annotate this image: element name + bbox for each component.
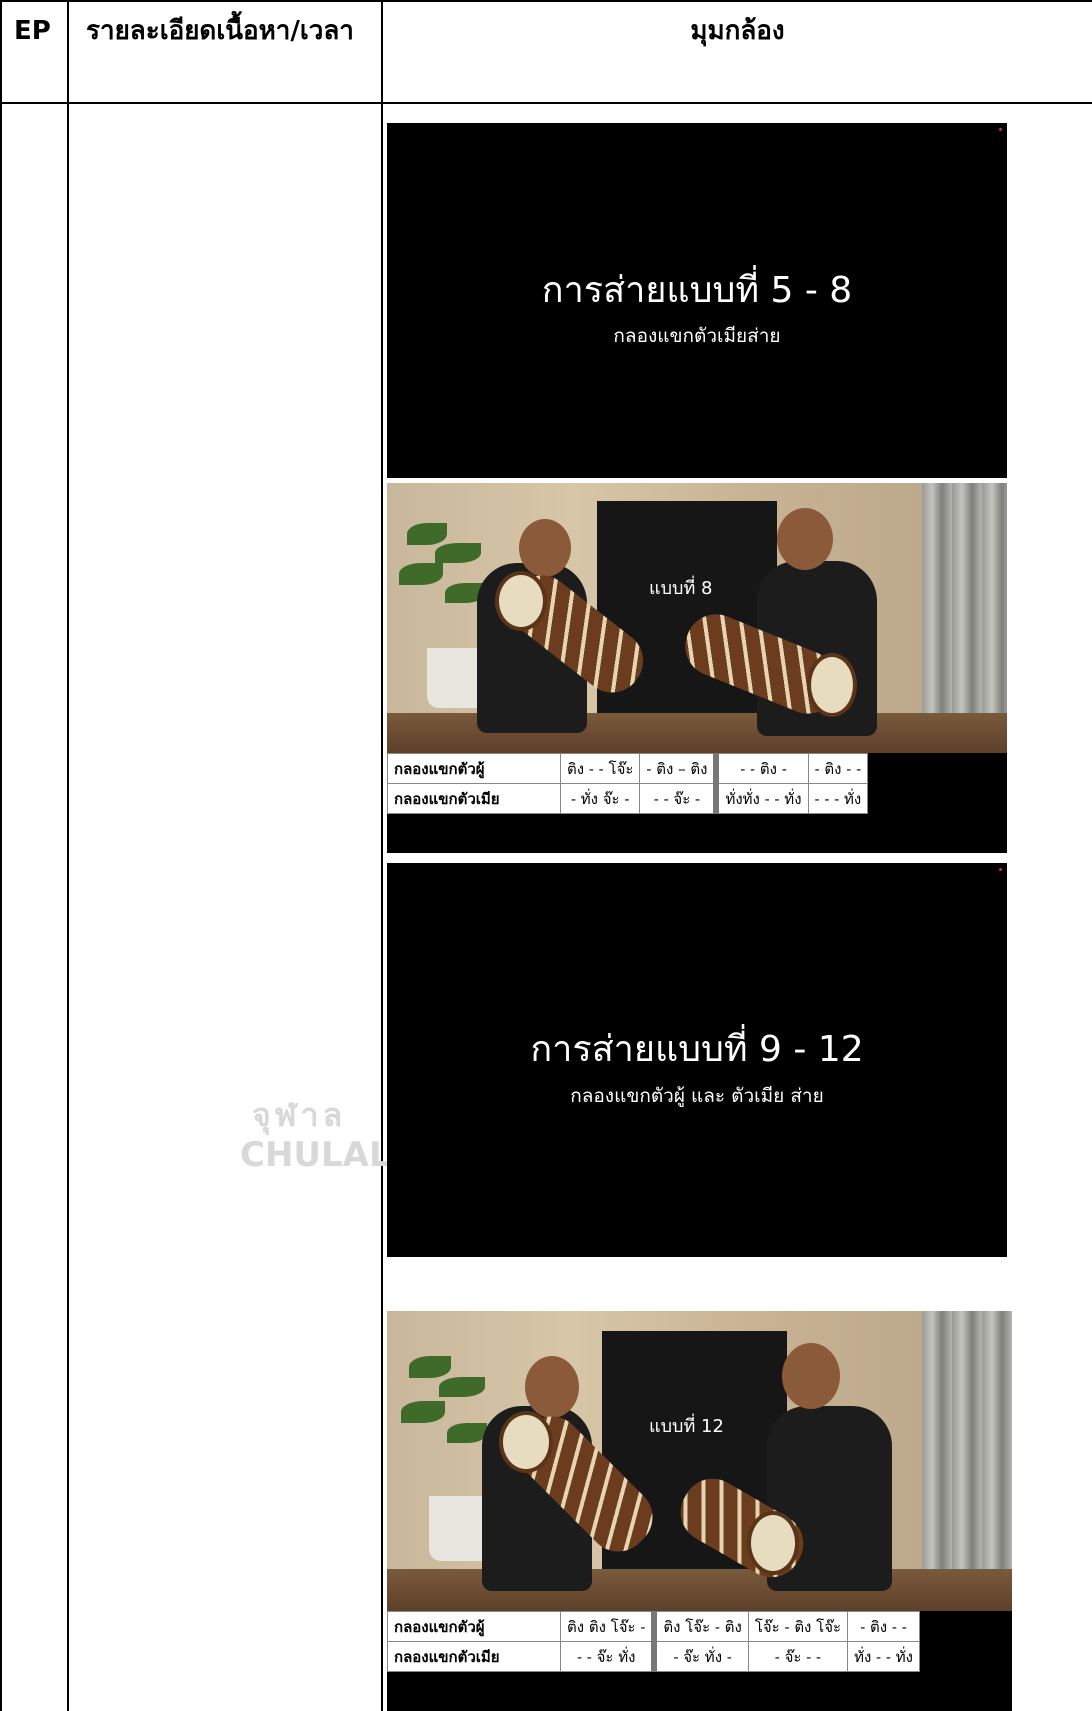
header-camera: มุมกล้อง <box>690 16 785 46</box>
title-frame-5-8: การส่ายแบบที่ 5 - 8 กลองแขกตัวเมียส่าย <box>387 123 1007 478</box>
drum-left-head <box>495 571 547 631</box>
plant-leaf <box>401 1401 445 1423</box>
record-dot <box>999 868 1002 871</box>
drum-right-head <box>807 653 857 717</box>
curtain <box>922 1311 1012 1591</box>
notation-cell: - - จ๊ะ - <box>639 783 717 814</box>
watermark-latin: CHULAL <box>240 1135 391 1175</box>
watermark-thai: จุฬาล <box>252 1096 347 1134</box>
drum-left-head <box>499 1411 553 1473</box>
notation-cell: ทั่ง - - ทั่ง <box>847 1641 920 1672</box>
column-divider-ep <box>67 0 69 1711</box>
title-card-subtitle: กลองแขกตัวเมียส่าย <box>613 325 781 347</box>
plant-leaf <box>439 1377 485 1397</box>
notation-cell: โจ๊ะ - ติง โจ๊ะ <box>747 1611 849 1642</box>
plant-leaf <box>399 563 443 585</box>
column-divider-details <box>381 0 383 1711</box>
video-frame-pattern-12: แบบที่ 12 กลองแขกตัวผู้ ติง ติง โจ๊ะ - ต… <box>387 1311 1012 1711</box>
rhythm-notation-table: กลองแขกตัวผู้ ติง - - โจ๊ะ - ติง – ติง -… <box>387 753 869 814</box>
row-label-male-drum: กลองแขกตัวผู้ <box>387 1611 561 1642</box>
table-row: กลองแขกตัวผู้ ติง - - โจ๊ะ - ติง – ติง -… <box>387 753 869 784</box>
header-bottom-border <box>0 102 1092 104</box>
notation-cell: ติง - - โจ๊ะ <box>559 753 641 784</box>
notation-cell: - ติง - - <box>807 753 869 784</box>
curtain <box>922 483 1007 733</box>
drummer-right-head <box>777 508 833 570</box>
notation-cell: - ทั่ง จ๊ะ - <box>559 783 641 814</box>
header-ep: EP <box>14 16 51 46</box>
header-details: รายละเอียดเนื้อหา/เวลา <box>86 16 354 46</box>
row-label-male-drum: กลองแขกตัวผู้ <box>387 753 561 784</box>
row-label-female-drum: กลองแขกตัวเมีย <box>387 783 561 814</box>
record-dot <box>999 128 1002 131</box>
plant-leaf <box>435 543 481 563</box>
rhythm-notation-table: กลองแขกตัวผู้ ติง ติง โจ๊ะ - ติง โจ๊ะ - … <box>387 1611 920 1672</box>
notation-cell: - - - ทั่ง <box>807 783 869 814</box>
notation-cell: - ติง – ติง <box>639 753 717 784</box>
drum-right-head <box>747 1511 799 1575</box>
drummer-left-head <box>525 1356 579 1418</box>
pattern-caption: แบบที่ 12 <box>649 1416 724 1437</box>
plant-leaf <box>407 523 447 545</box>
notation-cell: - - ติง - <box>713 753 809 784</box>
notation-cell: ติง ติง โจ๊ะ - <box>560 1611 655 1642</box>
video-scene: แบบที่ 12 <box>387 1311 1012 1611</box>
title-frame-9-12: การส่ายแบบที่ 9 - 12 กลองแขกตัวผู้ และ ต… <box>387 863 1007 1257</box>
pattern-caption: แบบที่ 8 <box>649 578 713 599</box>
floor <box>387 1569 1012 1611</box>
video-frame-pattern-8: แบบที่ 8 กลองแขกตัวผู้ ติง - - โจ๊ะ - ติ… <box>387 483 1007 853</box>
video-scene: แบบที่ 8 <box>387 483 1007 753</box>
title-card-heading: การส่ายแบบที่ 9 - 12 <box>530 1029 864 1070</box>
table-row: กลองแขกตัวเมีย - - จ๊ะ ทั่ง - จ๊ะ ทั่ง -… <box>387 1641 920 1672</box>
title-card-subtitle: กลองแขกตัวผู้ และ ตัวเมีย ส่าย <box>570 1085 824 1107</box>
drummer-right-head <box>782 1343 840 1409</box>
notation-cell: ทั่งทั่ง - - ทั่ง <box>713 783 809 814</box>
notation-cell: - ติง - - <box>847 1611 920 1642</box>
drummer-left-head <box>519 519 571 577</box>
row-label-female-drum: กลองแขกตัวเมีย <box>387 1641 561 1672</box>
table-row: กลองแขกตัวผู้ ติง ติง โจ๊ะ - ติง โจ๊ะ - … <box>387 1611 920 1642</box>
notation-cell: - จ๊ะ ทั่ง - <box>651 1641 749 1672</box>
notation-cell: - - จ๊ะ ทั่ง <box>560 1641 655 1672</box>
black-backdrop <box>597 501 777 731</box>
table-left-border <box>0 0 2 1711</box>
plant-leaf <box>447 1423 487 1443</box>
table-row: กลองแขกตัวเมีย - ทั่ง จ๊ะ - - - จ๊ะ - ทั… <box>387 783 869 814</box>
plant-leaf <box>409 1356 451 1378</box>
table-top-border <box>0 0 1092 2</box>
notation-cell: ติง โจ๊ะ - ติง <box>651 1611 749 1642</box>
title-card-heading: การส่ายแบบที่ 5 - 8 <box>541 270 853 311</box>
notation-cell: - จ๊ะ - - <box>747 1641 849 1672</box>
